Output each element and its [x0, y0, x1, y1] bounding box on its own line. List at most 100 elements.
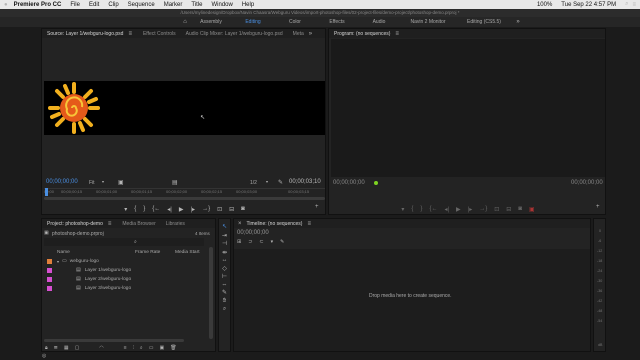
- timeline-timecode[interactable]: 00;00;00;00: [237, 230, 269, 236]
- add-button-icon[interactable]: +: [315, 204, 319, 210]
- resolution-dropdown-icon[interactable]: ▾: [266, 179, 268, 184]
- nest-icon[interactable]: ⊞: [237, 239, 241, 245]
- source-time-ruler[interactable]: 00;00 00;00;00;15 00;00;01;00 00;00;01;1…: [44, 188, 325, 196]
- timeline-settings-icon[interactable]: ✎: [280, 239, 284, 245]
- battery-status[interactable]: 100%: [537, 2, 552, 8]
- pen-tool-icon[interactable]: ✎: [222, 289, 227, 296]
- freeform-view-icon[interactable]: ▢: [75, 345, 80, 351]
- expand-arrow-icon[interactable]: ▾: [57, 259, 59, 264]
- panel-menu-icon[interactable]: ≡: [128, 31, 132, 37]
- workspace-navin-2-monitor[interactable]: Navin 2 Monitor: [400, 19, 456, 25]
- workspace-effects[interactable]: Effects: [316, 19, 358, 25]
- workspace-color[interactable]: Color: [274, 19, 316, 25]
- find-icon[interactable]: ⌕: [140, 345, 143, 351]
- selection-tool-icon[interactable]: ↖: [222, 223, 227, 230]
- new-bin-icon[interactable]: ▭: [149, 345, 154, 351]
- linked-selection-icon[interactable]: ⊂: [259, 239, 263, 245]
- apple-icon[interactable]: ●: [4, 2, 8, 8]
- add-marker-timeline-icon[interactable]: ▾: [271, 239, 274, 245]
- slip-tool-icon[interactable]: ⊢: [222, 273, 227, 280]
- menu-sequence[interactable]: Sequence: [128, 2, 155, 8]
- program-panel-menu-icon[interactable]: ≡: [395, 31, 399, 37]
- add-marker-icon[interactable]: ▾: [124, 206, 127, 213]
- zoom-fit-select[interactable]: Fit: [89, 180, 95, 186]
- source-preview[interactable]: [44, 81, 325, 135]
- workspace-assembly[interactable]: Assembly: [190, 19, 232, 25]
- menu-window[interactable]: Window: [212, 2, 233, 8]
- ripple-edit-tool-icon[interactable]: ⊣: [222, 240, 227, 247]
- search-icon[interactable]: ⌕: [625, 1, 628, 8]
- project-h-scrollbar[interactable]: [44, 339, 184, 342]
- settings-wrench-icon[interactable]: ▣: [118, 179, 124, 186]
- app-menu[interactable]: Premiere Pro CC: [14, 2, 62, 8]
- playback-resolution[interactable]: 1/2: [250, 180, 257, 186]
- wrench-icon[interactable]: ✎: [278, 179, 283, 186]
- mark-in-icon[interactable]: {: [134, 206, 136, 212]
- timeline-menu-icon[interactable]: ≡: [307, 221, 311, 227]
- step-back-icon[interactable]: ◂|: [167, 206, 172, 213]
- program-marker-icon[interactable]: ▾: [401, 206, 404, 213]
- program-add-button-icon[interactable]: +: [596, 204, 600, 210]
- program-go-out-icon[interactable]: →}: [479, 206, 487, 212]
- menu-help[interactable]: Help: [242, 2, 254, 8]
- program-play-icon[interactable]: ▶: [456, 206, 461, 213]
- tab-source[interactable]: Source: Layer 1/webguru-logo.psd: [42, 31, 128, 37]
- menu-list-icon[interactable]: ≡: [632, 2, 636, 8]
- sort-icon[interactable]: ≡: [124, 345, 127, 351]
- fit-dropdown-icon[interactable]: ▾: [102, 179, 104, 184]
- snap-icon[interactable]: ⊃: [248, 239, 252, 245]
- menu-edit[interactable]: Edit: [89, 2, 99, 8]
- extract-icon[interactable]: ⊟: [506, 206, 511, 213]
- overwrite-icon[interactable]: ⊟: [229, 206, 234, 213]
- comparison-icon[interactable]: ▣: [529, 206, 535, 213]
- workspace-editing[interactable]: Editing: [232, 19, 274, 25]
- more-workspaces-icon[interactable]: »: [512, 19, 524, 25]
- menu-clip[interactable]: Clip: [108, 2, 118, 8]
- new-item-icon[interactable]: ▣: [159, 345, 164, 351]
- step-forward-icon[interactable]: |▸: [190, 206, 195, 213]
- lift-icon[interactable]: ⊡: [494, 206, 499, 213]
- clock[interactable]: Tue Sep 22 4:57 PM: [561, 2, 616, 8]
- automate-to-sequence-icon[interactable]: ⫶: [133, 345, 134, 351]
- project-menu-icon[interactable]: ≡: [108, 221, 112, 227]
- tab-program[interactable]: Program: (no sequences): [329, 31, 395, 37]
- go-to-out-icon[interactable]: →}: [202, 206, 210, 212]
- program-preview[interactable]: [331, 39, 605, 177]
- program-step-back-icon[interactable]: ◂|: [444, 206, 449, 213]
- home-icon[interactable]: ⌂: [180, 19, 190, 25]
- program-mark-in-icon[interactable]: {: [411, 206, 413, 212]
- menu-marker[interactable]: Marker: [164, 2, 183, 8]
- razor-tool-icon[interactable]: ◇: [222, 265, 227, 272]
- zoom-slider-icon[interactable]: ◠: [99, 345, 103, 351]
- rate-stretch-tool-icon[interactable]: ↔: [222, 257, 228, 263]
- program-go-in-icon[interactable]: {←: [429, 206, 437, 212]
- timeline-drop-area[interactable]: [234, 249, 590, 351]
- column-frame-rate[interactable]: Frame Rate: [135, 250, 175, 255]
- workspace-editing-cs55[interactable]: Editing (CS5.5): [456, 19, 512, 25]
- program-mark-out-icon[interactable]: }: [420, 206, 422, 212]
- workspace-audio[interactable]: Audio: [358, 19, 400, 25]
- program-export-frame-icon[interactable]: ◙: [518, 206, 522, 212]
- source-zoom-bar[interactable]: [44, 197, 325, 200]
- list-view-icon[interactable]: ≣: [54, 345, 58, 351]
- lock-icon[interactable]: 🔒︎: [45, 345, 48, 351]
- tab-effect-controls[interactable]: Effect Controls: [138, 31, 181, 37]
- insert-icon[interactable]: ⊡: [217, 206, 222, 213]
- program-step-forward-icon[interactable]: |▸: [468, 206, 473, 213]
- status-icon[interactable]: ◎: [42, 353, 46, 359]
- tab-metadata[interactable]: Meta: [288, 31, 309, 37]
- hand-tool-icon[interactable]: ✋︎: [223, 298, 226, 305]
- tab-media-browser[interactable]: Media Browser: [117, 221, 160, 227]
- go-to-in-icon[interactable]: {←: [152, 206, 160, 212]
- project-search-field[interactable]: ⌕: [44, 238, 204, 246]
- overflow-icon[interactable]: »: [309, 31, 312, 37]
- menu-title[interactable]: Title: [191, 2, 202, 8]
- list-item[interactable]: ▤ Layer 3/webguru-logo: [42, 283, 215, 293]
- mark-out-icon[interactable]: }: [143, 206, 145, 212]
- tab-project[interactable]: Project: photoshop-demo: [42, 221, 108, 227]
- trash-icon[interactable]: 🗑︎: [170, 345, 176, 351]
- program-timecode[interactable]: 00;00;00;00: [333, 180, 365, 186]
- tab-libraries[interactable]: Libraries: [161, 221, 190, 227]
- track-select-tool-icon[interactable]: ⇥: [222, 232, 227, 239]
- source-playhead[interactable]: [45, 188, 48, 196]
